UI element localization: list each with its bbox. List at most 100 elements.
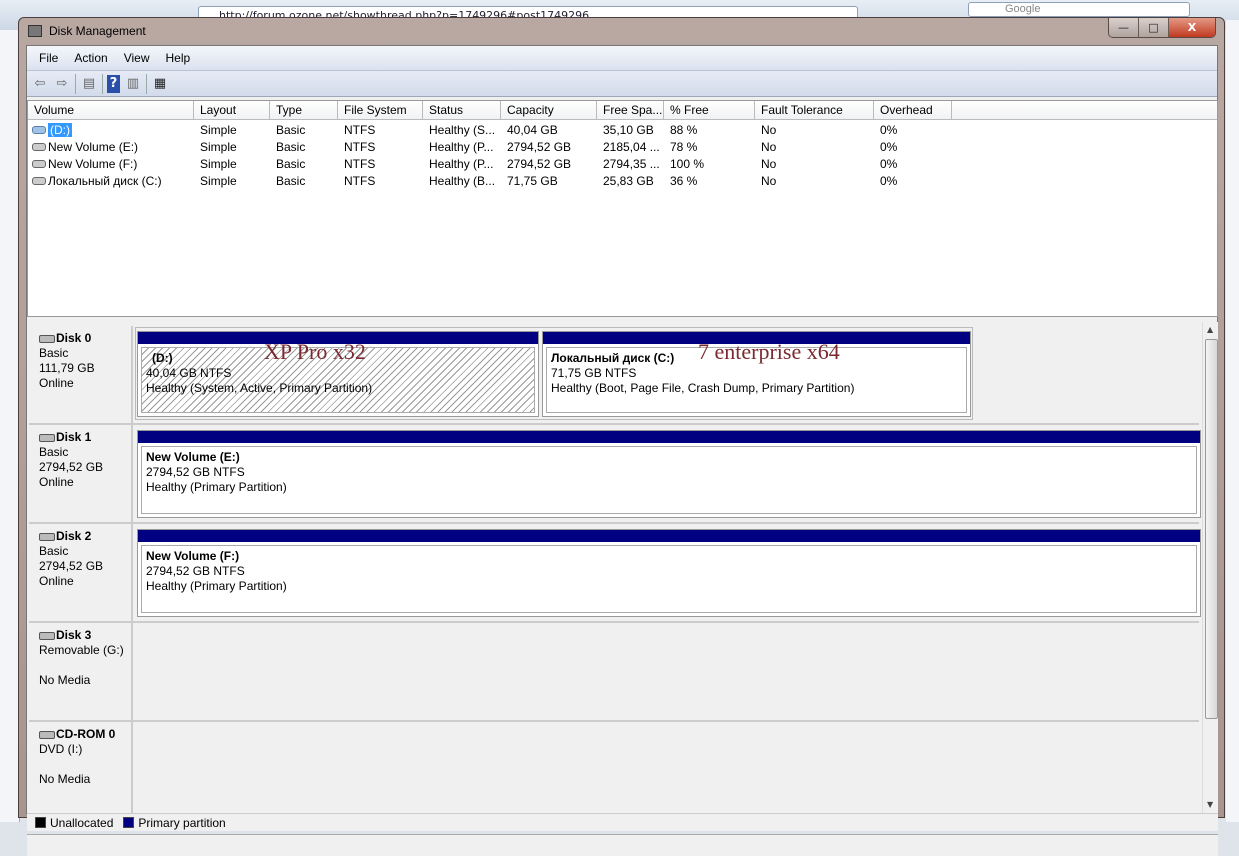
column-header[interactable]: File System (338, 101, 423, 119)
partition[interactable]: Локальный диск (C:) 71,75 GB NTFS Healthy … (542, 331, 971, 417)
column-header[interactable]: Overhead (874, 101, 952, 119)
legend-unallocated: Unallocated (50, 815, 114, 830)
scrollbar-thumb[interactable] (1205, 339, 1218, 719)
toolbar-separator (75, 73, 76, 94)
volume-name: Локальный диск (C:) (48, 173, 162, 188)
table-cell: Simple (200, 139, 237, 154)
table-cell: 78 % (670, 139, 698, 154)
menu-file[interactable]: File (31, 51, 66, 65)
disk-size: 111,79 GB (39, 361, 95, 375)
volume-list: Volume Layout Type File System Status Capacit… (27, 100, 1218, 317)
partition[interactable]: New Volume (F:) 2794,52 GB NTFS Healthy (P… (137, 529, 1201, 617)
show-hide-action-pane-icon[interactable]: ▥ (124, 75, 142, 93)
disk-type: DVD (I:) (39, 742, 83, 756)
menu-view[interactable]: View (116, 51, 158, 65)
table-cell: NTFS (344, 156, 376, 171)
column-header[interactable]: Volume (28, 101, 194, 119)
vertical-scrollbar[interactable]: ▲ ▼ (1202, 322, 1218, 813)
partition[interactable]: New Volume (E:) 2794,52 GB NTFS Healthy (P… (137, 430, 1201, 518)
disk-name: Disk 0 (56, 331, 92, 345)
partition-size: 2794,52 GB NTFS (146, 465, 245, 479)
disk-icon (39, 532, 55, 541)
table-row[interactable]: New Volume (F:) Simple Basic NTFS Healthy (P… (28, 155, 1217, 172)
table-cell: Локальный диск (C:) (28, 174, 194, 188)
help-icon[interactable]: ? (107, 74, 120, 93)
table-cell: Healthy (P... (429, 156, 494, 171)
volume-name: New Volume (F:) (48, 156, 138, 171)
back-icon[interactable]: ⇦ (31, 75, 49, 93)
table-cell: No (761, 139, 777, 154)
table-cell: 25,83 GB (603, 173, 654, 188)
menu-help[interactable]: Help (158, 51, 199, 65)
column-header[interactable]: Capacity (501, 101, 597, 119)
disk-graphical-view: Disk 0 Basic 111,79 GB Online (D:) 40,04 GB N… (27, 322, 1218, 821)
table-row[interactable]: (D:) Simple Basic NTFS Healthy (S... 40,04 GB… (28, 121, 1217, 138)
properties-icon[interactable]: ▦ (151, 75, 169, 93)
legend-primary-partition: Primary partition (138, 815, 226, 830)
scroll-up-arrow-icon[interactable]: ▲ (1207, 325, 1213, 334)
table-cell: (D:) (28, 122, 194, 137)
column-header[interactable]: Free Spa... (597, 101, 664, 119)
table-cell: No (761, 173, 777, 188)
disk-management-window: Disk Management — □ X File Action View H… (18, 17, 1225, 856)
forward-icon[interactable]: ⇨ (53, 75, 71, 93)
table-cell: NTFS (344, 122, 376, 137)
table-cell: 2794,35 ... (603, 156, 660, 171)
column-header[interactable]: Fault Tolerance (755, 101, 874, 119)
partition-name: New Volume (E:) (146, 450, 240, 464)
table-cell: 36 % (670, 173, 698, 188)
client-area: File Action View Help ⇦ ⇨ ▤ ? ▥ ▦ Volume… (26, 45, 1218, 856)
show-hide-console-tree-icon[interactable]: ▤ (80, 75, 98, 93)
scroll-down-arrow-icon[interactable]: ▼ (1207, 800, 1213, 809)
disk-label[interactable]: Disk 2 Basic 2794,52 GB Online (29, 524, 133, 621)
partition-status: Healthy (Primary Partition) (146, 579, 287, 593)
window-title: Disk Management (49, 24, 146, 38)
column-header[interactable]: % Free (664, 101, 755, 119)
background-window-left (0, 30, 20, 822)
disk-label[interactable]: Disk 0 Basic 111,79 GB Online (29, 326, 133, 423)
table-cell: Healthy (B... (429, 173, 496, 188)
table-cell: Simple (200, 156, 237, 171)
legend: Unallocated Primary partition (27, 813, 1218, 831)
table-row[interactable]: Локальный диск (C:) Simple Basic NTFS Health… (28, 172, 1217, 189)
column-header[interactable]: Layout (194, 101, 270, 119)
menu-action[interactable]: Action (66, 51, 115, 65)
partition[interactable]: (D:) 40,04 GB NTFS Healthy (System, Active… (137, 331, 539, 417)
table-cell: 2794,52 GB (507, 139, 572, 154)
volume-icon (32, 160, 46, 169)
table-cell: 0% (880, 139, 898, 154)
table-cell: 0% (880, 173, 898, 188)
table-row[interactable]: New Volume (E:) Simple Basic NTFS Healthy (P… (28, 138, 1217, 155)
close-button[interactable]: X (1169, 18, 1215, 37)
partition-body: New Volume (E:) 2794,52 GB NTFS Healthy (P… (141, 446, 1197, 514)
disk-label[interactable]: Disk 3 Removable (G:) No Media (29, 623, 133, 720)
table-cell: Basic (276, 139, 306, 154)
primary-partition-bar (138, 530, 1200, 542)
table-cell: 40,04 GB (507, 122, 558, 137)
disk-size: 2794,52 GB (39, 559, 104, 573)
browser-search-box[interactable]: Google (968, 2, 1190, 17)
partition-status: Healthy (System, Active, Primary Partiti… (146, 381, 373, 395)
column-header[interactable]: Type (270, 101, 338, 119)
partition-name: New Volume (F:) (146, 549, 240, 563)
table-cell: 71,75 GB (507, 173, 558, 188)
disk-type: Removable (G:) (39, 643, 124, 657)
table-cell: Simple (200, 173, 237, 188)
table-cell: 100 % (670, 156, 705, 171)
disk-label[interactable]: Disk 1 Basic 2794,52 GB Online (29, 425, 133, 522)
disk-row: Disk 2 Basic 2794,52 GB Online New Volume (F… (29, 524, 1201, 623)
partition-annotation: XP Pro x32 (264, 339, 366, 364)
partition-size: 40,04 GB NTFS (146, 366, 232, 380)
minimize-button[interactable]: — (1109, 18, 1139, 37)
table-cell: New Volume (F:) (28, 157, 194, 171)
primary-partition-bar (138, 431, 1200, 443)
maximize-button[interactable]: □ (1139, 18, 1169, 37)
disk-state: No Media (39, 673, 91, 687)
disk-label[interactable]: CD-ROM 0 DVD (I:) No Media (29, 722, 133, 819)
table-cell: Basic (276, 173, 306, 188)
table-cell: NTFS (344, 173, 376, 188)
menu-bar: File Action View Help (27, 46, 1217, 70)
column-header[interactable]: Status (423, 101, 501, 119)
table-cell: Simple (200, 122, 237, 137)
cdrom-icon (39, 730, 55, 739)
